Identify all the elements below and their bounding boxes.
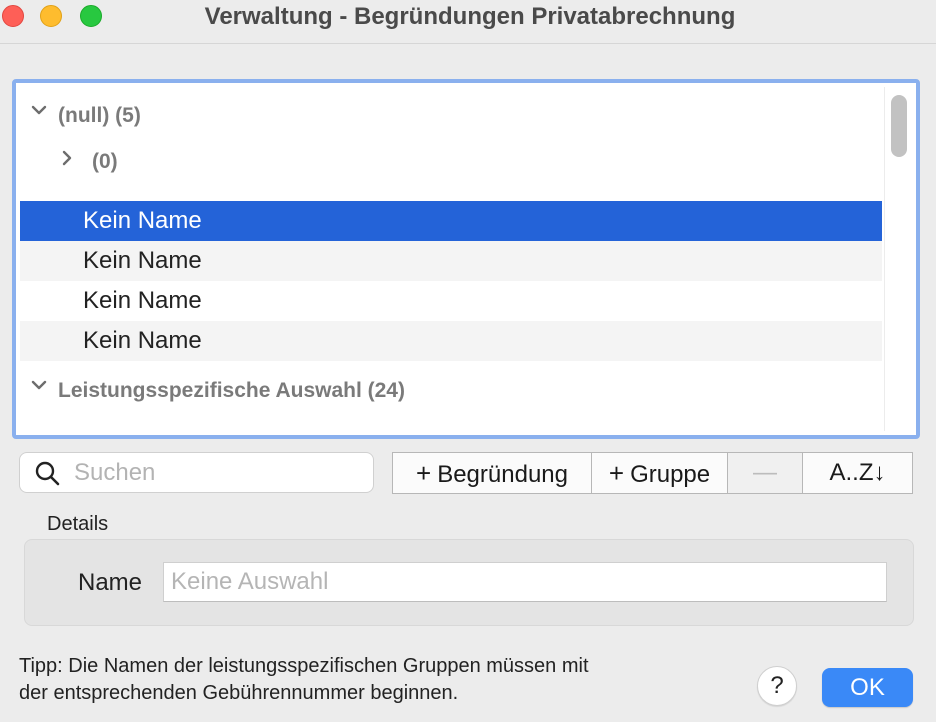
- add-group-label: Gruppe: [630, 461, 711, 488]
- outline-content: (null) (5) (0) Kein Name Kein Name Kein …: [20, 87, 882, 431]
- chevron-down-icon[interactable]: [30, 101, 48, 119]
- add-reason-button[interactable]: + Begründung: [393, 453, 592, 493]
- group-label: (null) (5): [58, 104, 141, 127]
- subgroup-label: (0): [92, 150, 118, 173]
- reasons-outline-list[interactable]: (null) (5) (0) Kein Name Kein Name Kein …: [12, 79, 920, 439]
- tip-text: Tipp: Die Namen der leistungsspezifische…: [19, 653, 739, 707]
- search-icon: [35, 461, 60, 486]
- list-item[interactable]: Kein Name: [20, 241, 882, 281]
- add-reason-label: Begründung: [437, 461, 568, 488]
- list-item[interactable]: Kein Name: [20, 321, 882, 361]
- scrollbar-thumb[interactable]: [891, 95, 907, 157]
- window-title: Verwaltung - Begründungen Privatabrechnu…: [204, 3, 736, 30]
- name-label: Name: [78, 569, 143, 596]
- add-group-button[interactable]: + Gruppe: [592, 453, 728, 493]
- group-row-service[interactable]: Leistungsspezifische Auswahl (24): [20, 361, 882, 402]
- search-input[interactable]: [74, 458, 364, 488]
- tip-line-2: der entsprechenden Gebührennummer beginn…: [19, 682, 459, 704]
- tip-line-1: Tipp: Die Namen der leistungsspezifische…: [19, 655, 589, 677]
- group-label: Leistungsspezifische Auswahl (24): [58, 379, 405, 402]
- ok-button[interactable]: OK: [822, 668, 913, 707]
- help-button[interactable]: ?: [757, 666, 797, 706]
- chevron-down-icon[interactable]: [30, 376, 48, 394]
- chevron-right-icon[interactable]: [58, 149, 76, 167]
- list-item[interactable]: Kein Name: [20, 281, 882, 321]
- plus-icon: +: [416, 458, 432, 488]
- list-item[interactable]: Kein Name: [20, 201, 882, 241]
- remove-button[interactable]: —: [728, 453, 803, 493]
- name-input[interactable]: [164, 563, 886, 601]
- sort-button[interactable]: A..Z↓: [803, 453, 912, 493]
- details-section-label: Details: [47, 513, 109, 535]
- name-field[interactable]: [163, 562, 887, 602]
- plus-icon: +: [608, 458, 625, 488]
- subgroup-row-empty[interactable]: (0): [20, 143, 882, 183]
- title-bar: Verwaltung - Begründungen Privatabrechnu…: [0, 0, 936, 44]
- search-field[interactable]: [19, 452, 374, 493]
- list-actions-toolbar: + Begründung + Gruppe — A..Z↓: [392, 452, 913, 494]
- vertical-scrollbar[interactable]: [884, 87, 912, 431]
- group-row-null[interactable]: (null) (5): [20, 87, 882, 127]
